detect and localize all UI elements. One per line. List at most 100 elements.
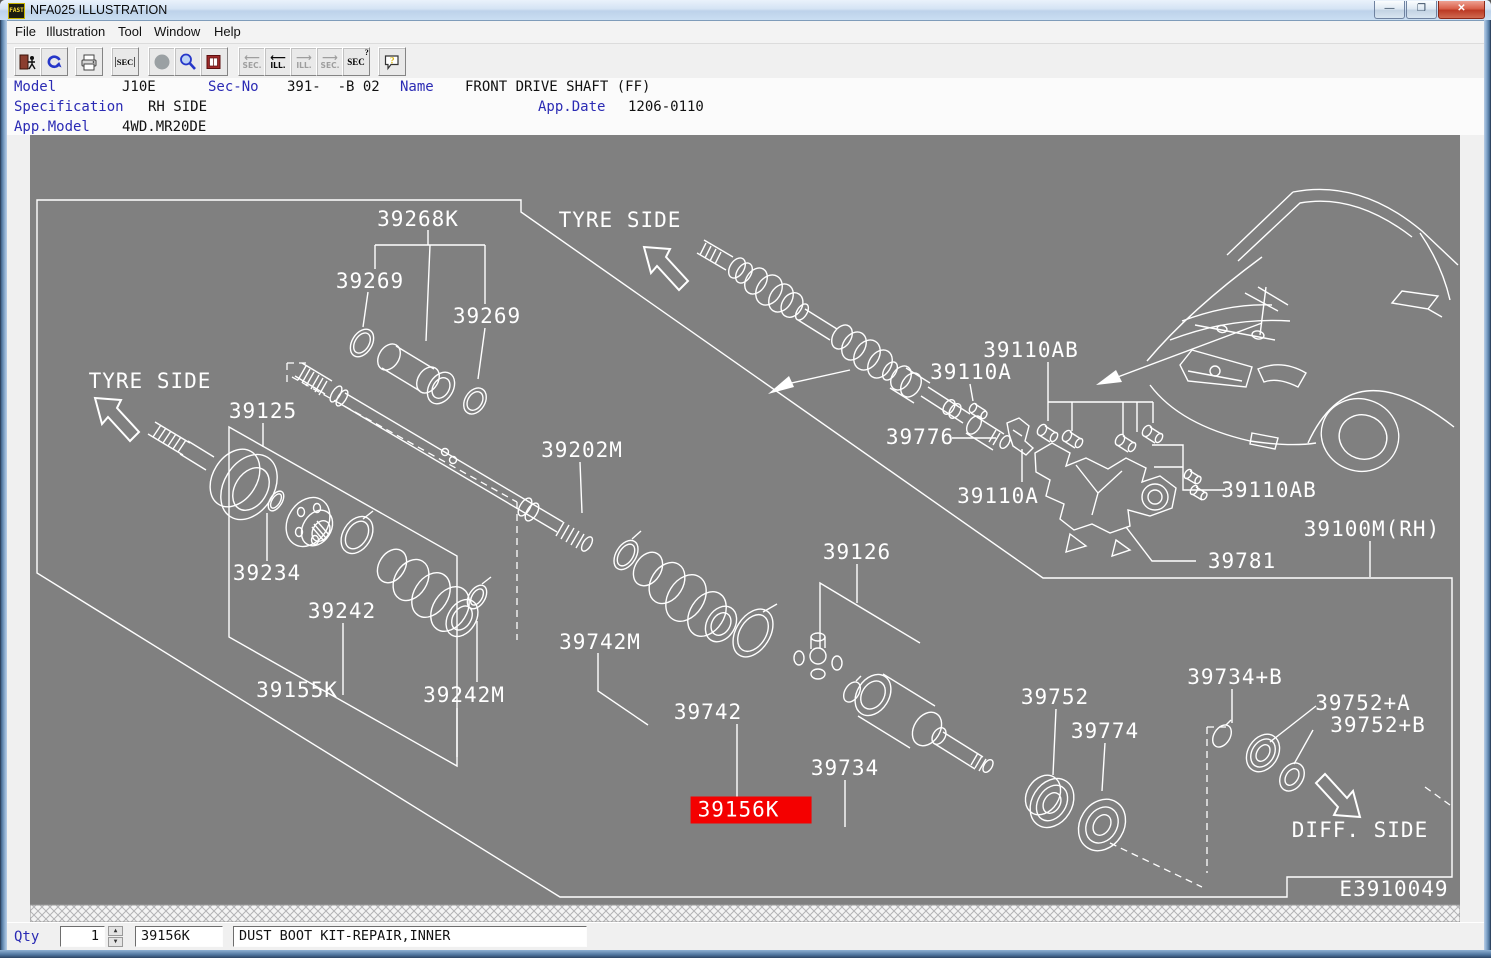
- dashed-guides: [287, 363, 1450, 887]
- part-label-39125[interactable]: 39125: [229, 399, 297, 423]
- part-label-39752[interactable]: 39752: [1021, 685, 1089, 709]
- part-label-39268K[interactable]: 39268K: [377, 207, 459, 231]
- part-label-TYRE-SIDE[interactable]: TYRE SIDE: [89, 369, 212, 393]
- catalog-button[interactable]: [200, 47, 228, 76]
- part-label-39752-A[interactable]: 39752+A: [1315, 691, 1411, 715]
- part-label-39752-B[interactable]: 39752+B: [1330, 713, 1426, 737]
- section-button[interactable]: SEC: [111, 47, 139, 76]
- part-label-39155K[interactable]: 39155K: [256, 678, 338, 702]
- secno-value: 391- -B 02: [287, 79, 380, 95]
- part-label-DIFF-SIDE[interactable]: DIFF. SIDE: [1292, 818, 1428, 842]
- part-label-39100M-RH-[interactable]: 39100M(RH): [1304, 517, 1440, 541]
- menu-tool[interactable]: Tool: [118, 24, 142, 39]
- part-label-39269[interactable]: 39269: [336, 269, 404, 293]
- part-label-E3910049[interactable]: E3910049: [1339, 877, 1448, 901]
- zoom-button[interactable]: [174, 47, 202, 76]
- part-detail-bar: Qty 1 ▲ ▼ 39156K DUST BOOT KIT-REPAIR,IN…: [7, 922, 1484, 951]
- part-label-TYRE-SIDE[interactable]: TYRE SIDE: [559, 208, 682, 232]
- qty-stepper: ▲ ▼: [108, 926, 123, 947]
- info-panel: Model J10E Sec-No 391- -B 02 Name FRONT …: [7, 78, 1484, 135]
- tyre-side-arrow-top: [644, 247, 688, 290]
- menubar: File Illustration Tool Window Help: [7, 21, 1484, 44]
- part-label-39110A[interactable]: 39110A: [957, 484, 1039, 508]
- part-label-39776[interactable]: 39776: [886, 425, 954, 449]
- magnifier-icon: [178, 52, 198, 72]
- undo-button[interactable]: [40, 47, 68, 76]
- kit-boxes: [229, 427, 920, 766]
- support-bracket-group: [1035, 423, 1208, 556]
- part-label-39202M[interactable]: 39202M: [541, 438, 623, 462]
- vehicle-outline: [1147, 189, 1458, 481]
- hatch-scrollbar-strip[interactable]: [30, 905, 1460, 922]
- application-window: FAST NFA025 ILLUSTRATION — ❐ ✕ File Illu…: [0, 0, 1491, 958]
- part-label-39269[interactable]: 39269: [453, 304, 521, 328]
- specification-value: RH SIDE: [148, 99, 207, 115]
- part-label-39242[interactable]: 39242: [308, 599, 376, 623]
- circle-icon: [152, 52, 172, 72]
- printer-icon: [79, 52, 99, 72]
- qty-input[interactable]: 1: [60, 926, 105, 947]
- undo-arrow-icon: [44, 52, 64, 72]
- part-number-field[interactable]: 39156K: [135, 926, 223, 947]
- part-label-39781[interactable]: 39781: [1208, 549, 1276, 573]
- print-button[interactable]: [75, 47, 103, 76]
- next-section-button[interactable]: ⟶ SEC.: [316, 47, 344, 76]
- next-illustration-button[interactable]: ⟶ ILL.: [290, 47, 318, 76]
- secno-label: Sec-No: [208, 79, 259, 95]
- part-label-39126[interactable]: 39126: [823, 540, 891, 564]
- illustration-canvas: 39268K 39269 39269 TYRE SIDE TYRE SIDE 39125 3…: [30, 135, 1460, 922]
- svg-text:?: ?: [390, 55, 395, 65]
- part-label-39734[interactable]: 39734: [811, 756, 879, 780]
- menu-illustration[interactable]: Illustration: [46, 24, 105, 39]
- appmodel-label: App.Model: [14, 119, 90, 135]
- exit-door-icon: [18, 52, 38, 72]
- part-label-39774[interactable]: 39774: [1071, 719, 1139, 743]
- specification-label: Specification: [14, 99, 124, 115]
- menu-help[interactable]: Help: [214, 24, 241, 39]
- part-label-39110A[interactable]: 39110A: [930, 360, 1012, 384]
- bushing-kit-group: [346, 325, 491, 418]
- part-label-39734-B[interactable]: 39734+B: [1187, 665, 1283, 689]
- close-button[interactable]: ✕: [1438, 1, 1485, 19]
- model-value: J10E: [122, 79, 156, 95]
- right-gutter: [1460, 135, 1484, 922]
- part-label-39242M[interactable]: 39242M: [423, 683, 505, 707]
- diff-side-parts-group: [1018, 720, 1309, 860]
- part-label-39156K[interactable]: 39156K: [691, 797, 812, 824]
- appdate-label: App.Date: [538, 99, 605, 115]
- toolbar: SEC ⟵ SEC. ⟵ ILL.: [7, 44, 1484, 79]
- part-label-39742M[interactable]: 39742M: [559, 630, 641, 654]
- help-button[interactable]: ?: [378, 47, 406, 76]
- help-balloon-icon: ?: [382, 52, 402, 72]
- sec-question-icon: SEC?: [347, 57, 365, 67]
- prev-illustration-button[interactable]: ⟵ ILL.: [264, 47, 292, 76]
- qty-up-button[interactable]: ▲: [108, 926, 123, 936]
- titlebar: FAST NFA025 ILLUSTRATION — ❐ ✕: [0, 0, 1491, 21]
- leader-lines: [263, 230, 1370, 827]
- qty-label: Qty: [14, 929, 39, 945]
- section-search-button[interactable]: SEC?: [342, 47, 370, 76]
- prev-section-button[interactable]: ⟵ SEC.: [238, 47, 266, 76]
- menu-window[interactable]: Window: [154, 24, 200, 39]
- app-icon: FAST: [8, 3, 25, 19]
- assembled-shaft-group: [697, 240, 1012, 450]
- maximize-button[interactable]: ❐: [1406, 1, 1437, 19]
- diff-side-arrow: [1316, 774, 1360, 817]
- qty-down-button[interactable]: ▼: [108, 937, 123, 947]
- book-icon: [204, 52, 224, 72]
- part-name-field[interactable]: DUST BOOT KIT-REPAIR,INNER: [233, 926, 587, 947]
- menu-file[interactable]: File: [15, 24, 36, 39]
- tyre-side-arrow-left: [95, 398, 139, 441]
- part-label-39110AB[interactable]: 39110AB: [1221, 478, 1317, 502]
- exit-button[interactable]: [14, 47, 42, 76]
- model-label: Model: [14, 79, 56, 95]
- mark-button[interactable]: [148, 47, 176, 76]
- minimize-button[interactable]: —: [1374, 1, 1405, 19]
- sec-icon: SEC: [115, 57, 136, 67]
- left-gutter: [7, 135, 30, 922]
- part-label-39234[interactable]: 39234: [233, 561, 301, 585]
- pointer-arrow-mid: [768, 370, 850, 394]
- part-label-39742[interactable]: 39742: [674, 700, 742, 724]
- part-label-39110AB[interactable]: 39110AB: [983, 338, 1079, 362]
- inner-joint-kit-group: [609, 531, 995, 774]
